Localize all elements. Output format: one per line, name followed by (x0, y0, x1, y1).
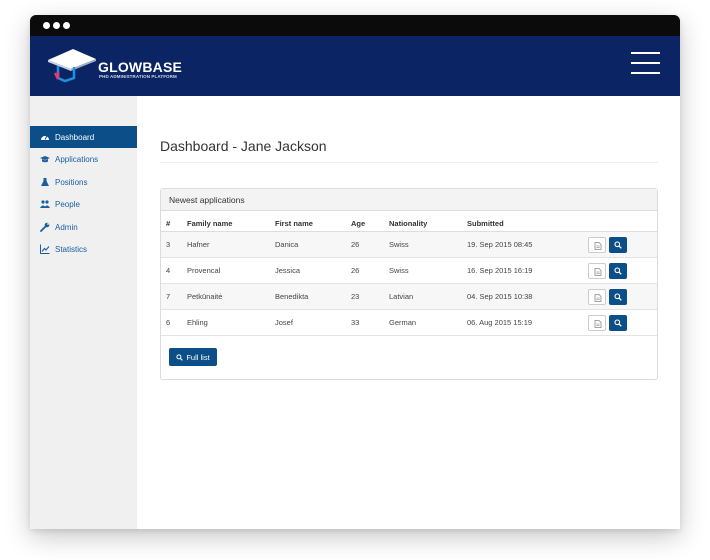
hamburger-menu-icon[interactable] (631, 52, 660, 74)
search-icon (614, 267, 622, 275)
cell-number: 7 (166, 292, 171, 301)
sidebar-item-positions[interactable]: Positions (30, 171, 137, 193)
cell-age: 26 (351, 266, 360, 275)
brand-name: GLOWBASE (98, 59, 183, 75)
sidebar-item-dashboard[interactable]: Dashboard (30, 126, 137, 148)
window-titlebar (30, 15, 680, 36)
sidebar-item-people[interactable]: People (30, 193, 137, 215)
search-icon (176, 353, 184, 361)
top-navbar: GLOWBASE PHD ADMINISTRATION PLATFORM (30, 36, 680, 96)
sidebar-item-label: Admin (55, 222, 78, 232)
users-icon (40, 199, 50, 209)
cell-nationality: Latvian (389, 292, 414, 301)
view-button[interactable] (609, 315, 627, 331)
cell-first-name: Danica (275, 240, 299, 249)
wrench-icon (40, 222, 50, 232)
graduation-cap-icon (40, 154, 50, 164)
column-header-family-name: Family name (187, 219, 233, 228)
sidebar-item-label: Dashboard (55, 132, 95, 142)
table-row: 3 Hafner Danica 26 Swiss 19. Sep 2015 08… (161, 232, 657, 258)
search-icon (614, 241, 622, 249)
sidebar-item-label: People (55, 199, 80, 209)
cell-family-name: Petkūnaitė (187, 292, 223, 301)
main-content: Dashboard - Jane Jackson Newest applicat… (137, 96, 680, 529)
document-icon (594, 294, 602, 302)
sidebar-item-admin[interactable]: Admin (30, 216, 137, 238)
cell-number: 6 (166, 318, 171, 327)
search-icon (614, 293, 622, 301)
cell-number: 3 (166, 240, 171, 249)
table-row: 6 Ehling Josef 33 German 06. Aug 2015 15… (161, 310, 657, 336)
column-header-submitted: Submitted (467, 219, 504, 228)
cell-family-name: Provencal (187, 266, 221, 275)
sidebar: Dashboard Applications Positions People … (30, 96, 137, 529)
page-title: Dashboard - Jane Jackson (160, 138, 327, 154)
document-icon (594, 242, 602, 250)
window-dot (43, 22, 50, 29)
newest-applications-panel: Newest applications # Family name First … (160, 188, 658, 380)
document-button[interactable] (588, 237, 606, 253)
sidebar-item-statistics[interactable]: Statistics (30, 238, 137, 260)
browser-window: GLOWBASE PHD ADMINISTRATION PLATFORM Das… (30, 15, 680, 529)
cell-first-name: Jessica (275, 266, 301, 275)
graduation-cap-logo[interactable] (46, 45, 98, 83)
view-button[interactable] (609, 289, 627, 305)
dashboard-icon (40, 132, 50, 142)
cell-submitted: 19. Sep 2015 08:45 (467, 240, 533, 249)
table-row: 4 Provencal Jessica 26 Swiss 16. Sep 201… (161, 258, 657, 284)
cell-submitted: 04. Sep 2015 10:38 (467, 292, 533, 301)
cell-first-name: Benedikta (275, 292, 309, 301)
sidebar-item-label: Statistics (55, 244, 88, 254)
cell-first-name: Josef (275, 318, 293, 327)
full-list-label: Full list (186, 352, 210, 362)
sidebar-item-label: Applications (55, 154, 99, 164)
column-header-age: Age (351, 219, 366, 228)
window-dot (53, 22, 60, 29)
cell-nationality: Swiss (389, 266, 409, 275)
line-chart-icon (40, 244, 50, 254)
cell-age: 26 (351, 240, 360, 249)
document-button[interactable] (588, 263, 606, 279)
window-dot (63, 22, 70, 29)
full-list-button[interactable]: Full list (169, 348, 217, 366)
flask-icon (40, 177, 50, 187)
column-header-first-name: First name (275, 219, 313, 228)
divider (160, 162, 658, 163)
document-button[interactable] (588, 289, 606, 305)
sidebar-item-label: Positions (55, 177, 88, 187)
brand-tagline: PHD ADMINISTRATION PLATFORM (99, 74, 177, 79)
cell-nationality: German (389, 318, 417, 327)
document-icon (594, 268, 602, 276)
cell-submitted: 06. Aug 2015 15:19 (467, 318, 533, 327)
panel-heading: Newest applications (161, 189, 657, 211)
cell-age: 23 (351, 292, 360, 301)
document-button[interactable] (588, 315, 606, 331)
cell-family-name: Hafner (187, 240, 210, 249)
cell-submitted: 16. Sep 2015 16:19 (467, 266, 533, 275)
view-button[interactable] (609, 237, 627, 253)
cell-family-name: Ehling (187, 318, 208, 327)
cell-nationality: Swiss (389, 240, 409, 249)
view-button[interactable] (609, 263, 627, 279)
search-icon (614, 319, 622, 327)
document-icon (594, 320, 602, 328)
cell-number: 4 (166, 266, 171, 275)
sidebar-item-applications[interactable]: Applications (30, 148, 137, 170)
table-row: 7 Petkūnaitė Benedikta 23 Latvian 04. Se… (161, 284, 657, 310)
cell-age: 33 (351, 318, 360, 327)
column-header-nationality: Nationality (389, 219, 428, 228)
column-header-number: # (166, 219, 171, 228)
